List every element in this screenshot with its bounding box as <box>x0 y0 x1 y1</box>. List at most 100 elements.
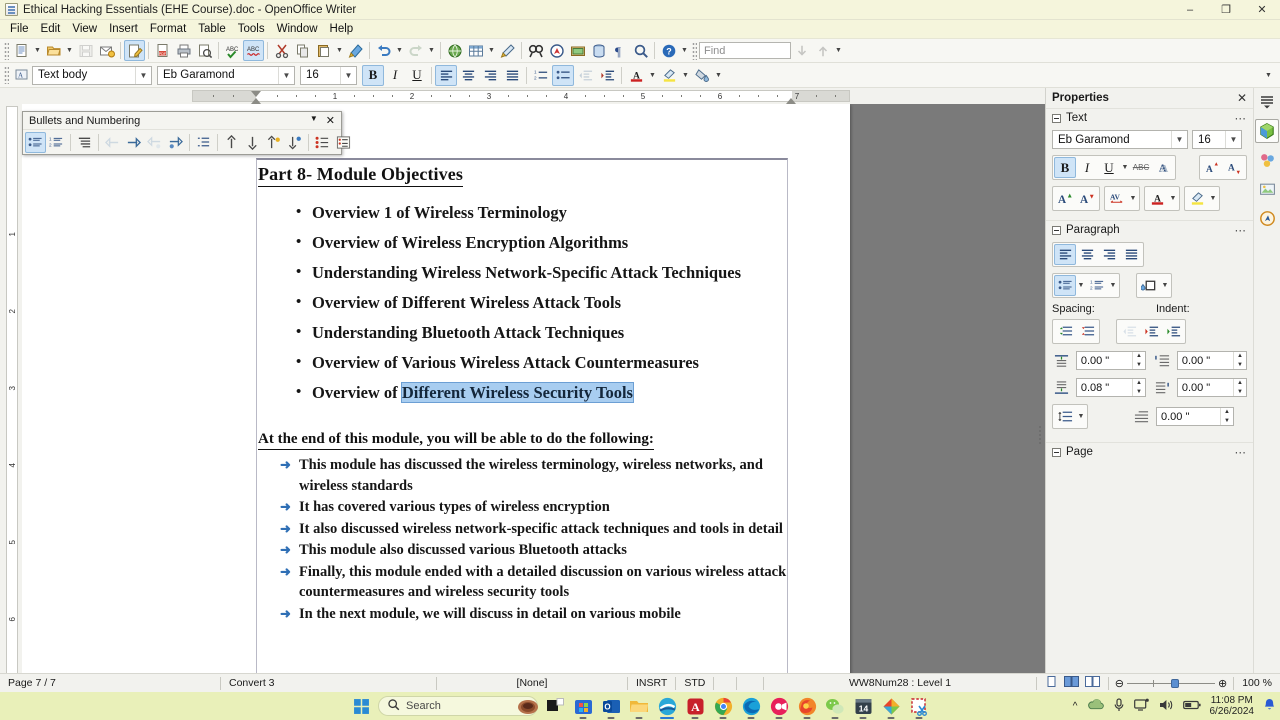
unordered-list-button[interactable] <box>25 131 46 153</box>
paragraph-style-combo[interactable]: Text body ▼ <box>32 65 152 85</box>
align-center-button[interactable] <box>457 65 479 86</box>
copy-icon[interactable] <box>292 40 313 61</box>
undo-icon[interactable] <box>373 40 394 61</box>
line-spacing-button[interactable] <box>1054 406 1076 427</box>
arrow-list-item[interactable]: ➜ In the next module, we will discuss in… <box>258 604 788 625</box>
underline-dropdown-icon[interactable]: ▼ <box>1120 164 1130 171</box>
open-document-icon[interactable] <box>43 40 64 61</box>
redo-dropdown-icon[interactable]: ▼ <box>426 40 437 61</box>
minimize-button[interactable]: – <box>1172 0 1208 20</box>
menu-view[interactable]: View <box>66 22 103 36</box>
floating-toolbar-header[interactable]: Bullets and Numbering ▼ ✕ <box>23 112 341 129</box>
bullet-item[interactable]: • Understanding Bluetooth Attack Techniq… <box>258 321 788 344</box>
navigator-icon[interactable] <box>546 40 567 61</box>
bullet-item[interactable]: • Overview of Various Wireless Attack Co… <box>258 351 788 374</box>
menu-format[interactable]: Format <box>144 22 192 36</box>
align-right-button[interactable] <box>479 65 501 86</box>
volume-icon[interactable] <box>1159 698 1174 715</box>
bullet-item[interactable]: • Understanding Wireless Network-Specifi… <box>258 261 788 284</box>
sidebar-tab-gallery[interactable] <box>1255 177 1279 201</box>
document-page[interactable]: Part 8- Module Objectives • Overview 1 o… <box>22 104 850 692</box>
selected-text[interactable]: Different Wireless Security Tools <box>400 382 634 403</box>
battery-icon[interactable] <box>1182 699 1201 714</box>
new-document-dropdown-icon[interactable]: ▼ <box>32 40 43 61</box>
taskbar-screen-recorder-icon[interactable] <box>768 695 790 719</box>
sidebar-resize-handle[interactable] <box>1036 418 1044 452</box>
move-down-button[interactable] <box>242 132 263 153</box>
clone-formatting-icon[interactable] <box>345 40 366 61</box>
bold-button[interactable]: B <box>362 64 384 86</box>
print-preview-icon[interactable] <box>194 40 215 61</box>
data-sources-icon[interactable] <box>588 40 609 61</box>
formatting-toolbar-overflow-icon[interactable]: ▼ <box>1263 65 1274 86</box>
display-settings-icon[interactable] <box>1133 698 1150 715</box>
spin-down-icon[interactable]: ▼ <box>1221 417 1233 426</box>
help-icon[interactable]: ? <box>658 40 679 61</box>
background-color-button[interactable] <box>691 65 713 86</box>
language-status[interactable]: [None] <box>437 674 627 693</box>
draw-functions-icon[interactable] <box>497 40 518 61</box>
decrease-indent-button[interactable] <box>574 65 596 86</box>
decrease-indent-button[interactable] <box>1118 321 1140 342</box>
character-spacing-dropdown-icon[interactable]: ▼ <box>1128 195 1138 202</box>
spacing-above-input[interactable]: 0.00 " ▲ ▼ <box>1075 351 1146 370</box>
formatting-marks-icon[interactable]: ¶ <box>609 40 630 61</box>
find-toolbar-grip[interactable] <box>692 41 697 60</box>
highlighting-button[interactable] <box>658 65 680 86</box>
spin-up-icon[interactable]: ▲ <box>1234 352 1246 361</box>
spin-down-icon[interactable]: ▼ <box>1133 361 1145 370</box>
bullets-and-numbering-dialog-button[interactable] <box>333 132 354 153</box>
multi-page-view-icon[interactable] <box>1063 676 1079 690</box>
spin-up-icon[interactable]: ▲ <box>1133 352 1145 361</box>
paragraph-background-color-button[interactable] <box>1138 275 1160 296</box>
sidebar-underline-button[interactable]: U <box>1098 157 1120 178</box>
find-input[interactable]: Find <box>699 42 791 59</box>
paragraph-align-center-button[interactable] <box>1076 244 1098 265</box>
character-spacing-button[interactable]: AV <box>1106 188 1128 209</box>
expand-icon[interactable] <box>1052 447 1061 457</box>
more-options-icon[interactable]: ⋯ <box>1235 223 1248 237</box>
menu-table[interactable]: Table <box>192 22 232 36</box>
paste-icon[interactable] <box>313 40 334 61</box>
move-up-with-subpoints-button[interactable] <box>263 132 284 153</box>
taskbar-openoffice-icon[interactable] <box>656 695 678 719</box>
sidebar-italic-button[interactable]: I <box>1076 157 1098 178</box>
vertical-ruler[interactable]: 1 2 3 4 5 6 <box>0 104 22 692</box>
sidebar-shadow-button[interactable]: AA <box>1152 157 1174 178</box>
taskbar-task-view-icon[interactable] <box>544 695 566 717</box>
zoom-slider[interactable]: ⊖ ⊕ <box>1109 677 1233 690</box>
paragraph-align-right-button[interactable] <box>1098 244 1120 265</box>
spin-up-icon[interactable]: ▲ <box>1133 379 1145 388</box>
bullet-item[interactable]: • Overview of Wireless Encryption Algori… <box>258 231 788 254</box>
more-options-icon[interactable]: ⋯ <box>1235 111 1248 125</box>
subscript-button[interactable]: A ▼ <box>1223 157 1245 178</box>
font-color-dropdown-icon[interactable]: ▼ <box>647 65 658 86</box>
spin-down-icon[interactable]: ▼ <box>1234 388 1246 397</box>
find-replace-icon[interactable] <box>525 40 546 61</box>
sidebar-tab-properties[interactable] <box>1255 119 1279 143</box>
autospellcheck-icon[interactable]: ABC <box>243 40 264 61</box>
highlighting-dropdown-icon[interactable]: ▼ <box>680 65 691 86</box>
insert-table-icon[interactable] <box>465 40 486 61</box>
demote-button[interactable] <box>123 132 144 153</box>
collapse-icon[interactable] <box>1052 113 1061 123</box>
indent-before-input[interactable]: 0.00 " ▲ ▼ <box>1176 351 1247 370</box>
numbered-list-dropdown-icon[interactable]: ▼ <box>1108 282 1118 289</box>
paragraph-background-dropdown-icon[interactable]: ▼ <box>1160 282 1170 289</box>
menu-insert[interactable]: Insert <box>103 22 144 36</box>
text-section-header[interactable]: Text ⋯ <box>1046 108 1253 127</box>
find-next-icon[interactable] <box>791 40 812 61</box>
formatting-toolbar-grip[interactable] <box>4 66 9 84</box>
arrow-list-item[interactable]: ➜ This module also discussed various Blu… <box>258 540 788 561</box>
section-info-status[interactable]: WW8Num28 : Level 1 <box>764 674 1035 693</box>
spelling-icon[interactable]: ABC <box>222 40 243 61</box>
sidebar-font-name-combo[interactable]: Eb Garamond ▼ <box>1052 130 1188 149</box>
arrow-list-item[interactable]: ➜ It has covered various types of wirele… <box>258 497 788 518</box>
bullets-and-numbering-toolbar[interactable]: Bullets and Numbering ▼ ✕ 12 <box>22 111 351 155</box>
decrease-spacing-button[interactable] <box>1076 321 1098 342</box>
page-style-status[interactable]: Convert 3 <box>221 674 436 693</box>
numbered-list-button[interactable]: 12 <box>530 65 552 86</box>
indent-after-input[interactable]: 0.00 " ▲ ▼ <box>1176 378 1247 397</box>
highlighting-dropdown-icon[interactable]: ▼ <box>1208 195 1218 202</box>
taskbar-copilot-icon[interactable] <box>517 696 539 720</box>
